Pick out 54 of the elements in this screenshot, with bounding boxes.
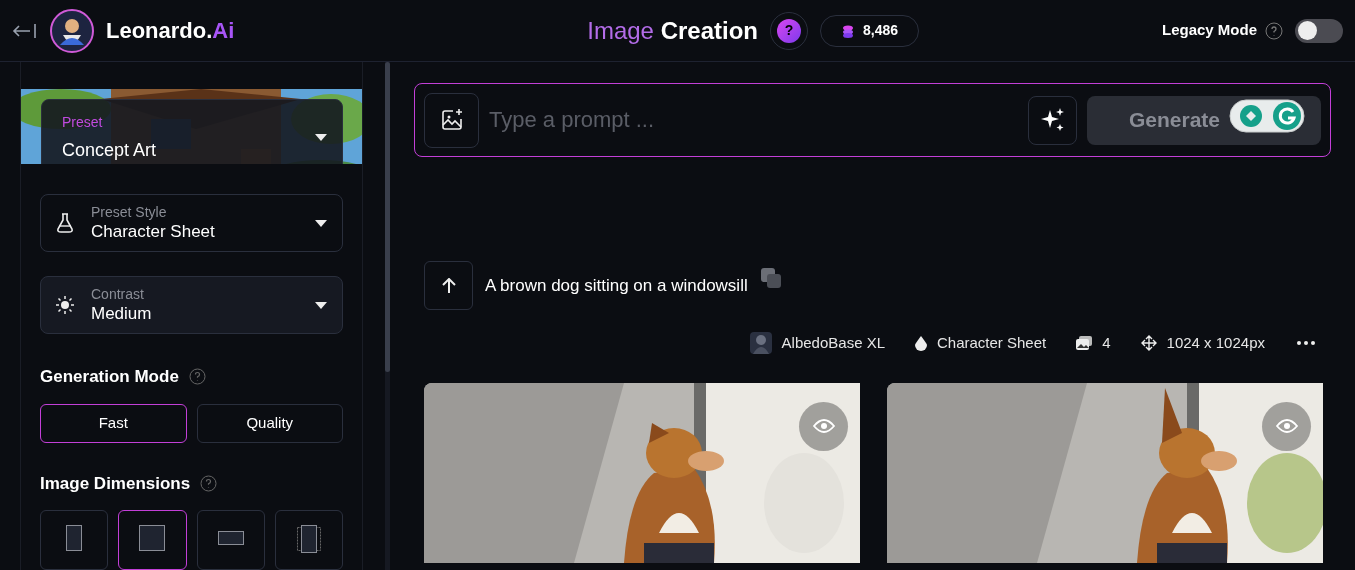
prompt-field[interactable]: Type a prompt ... Generate (414, 83, 1331, 157)
landscape-icon (217, 531, 244, 545)
eye-icon (812, 419, 835, 433)
help-icon[interactable] (188, 368, 206, 386)
image-add-icon (439, 108, 464, 132)
dimension-option[interactable] (274, 510, 343, 570)
eye-icon (1275, 419, 1298, 433)
dropdown-label: Contrast (91, 286, 145, 303)
move-icon (1140, 335, 1157, 352)
legacy-mode-toggle[interactable] (1295, 18, 1343, 43)
drop-icon (915, 335, 927, 351)
flask-icon (55, 212, 75, 234)
style-name: Character Sheet (937, 333, 1047, 353)
section-title: Image Dimensions (40, 472, 191, 495)
images-icon (1076, 336, 1093, 351)
reuse-prompt-button[interactable] (424, 261, 473, 310)
preset-label: Preset (62, 112, 104, 132)
dimension-option[interactable] (118, 510, 187, 570)
arrow-up-icon (441, 277, 456, 294)
generation-prompt: A brown dog sitting on a windowsill (485, 274, 748, 297)
model-name: AlbedoBase XL (781, 333, 885, 353)
stack-icon (296, 525, 321, 553)
image-count: 4 (1102, 333, 1111, 353)
dropdown-value: Medium (91, 303, 153, 324)
dropdown[interactable]: Preset Style Character Sheet (40, 194, 343, 252)
scrollbar-thumb[interactable] (385, 62, 390, 372)
preset-dropdown[interactable]: Preset Concept Art (41, 99, 343, 164)
model-thumbnail-icon (749, 332, 772, 355)
page-title: Image Creation (587, 15, 758, 46)
copy-icon[interactable] (759, 266, 782, 289)
extension-badge-icon[interactable] (1229, 98, 1305, 133)
dropdown-label: Preset Style (91, 204, 168, 221)
dropdown[interactable]: Contrast Medium (40, 276, 343, 334)
image-prompt-button[interactable] (424, 92, 479, 148)
caret-icon (314, 218, 328, 228)
coins-icon (841, 23, 855, 38)
section-title: Generation Mode (40, 366, 179, 388)
legacy-mode-label: Legacy Mode (1161, 20, 1257, 41)
help-icon[interactable] (1265, 21, 1283, 40)
mode-button[interactable]: Quality (196, 403, 343, 443)
square-icon (139, 525, 166, 551)
image-size: 1024 x 1024px (1166, 333, 1265, 353)
brand-name: Leonardo.Ai (106, 17, 235, 45)
dropdown-value: Character Sheet (91, 221, 216, 242)
preset-value: Concept Art (62, 138, 158, 162)
enhance-button[interactable] (1028, 95, 1077, 145)
more-icon[interactable] (1297, 341, 1315, 346)
caret-icon (314, 300, 328, 310)
avatar-icon (50, 8, 94, 53)
portrait-icon (66, 525, 83, 551)
mode-button[interactable]: Fast (40, 403, 187, 443)
caret-icon (314, 133, 328, 142)
sun-icon (55, 295, 75, 315)
help-icon[interactable] (200, 474, 218, 492)
